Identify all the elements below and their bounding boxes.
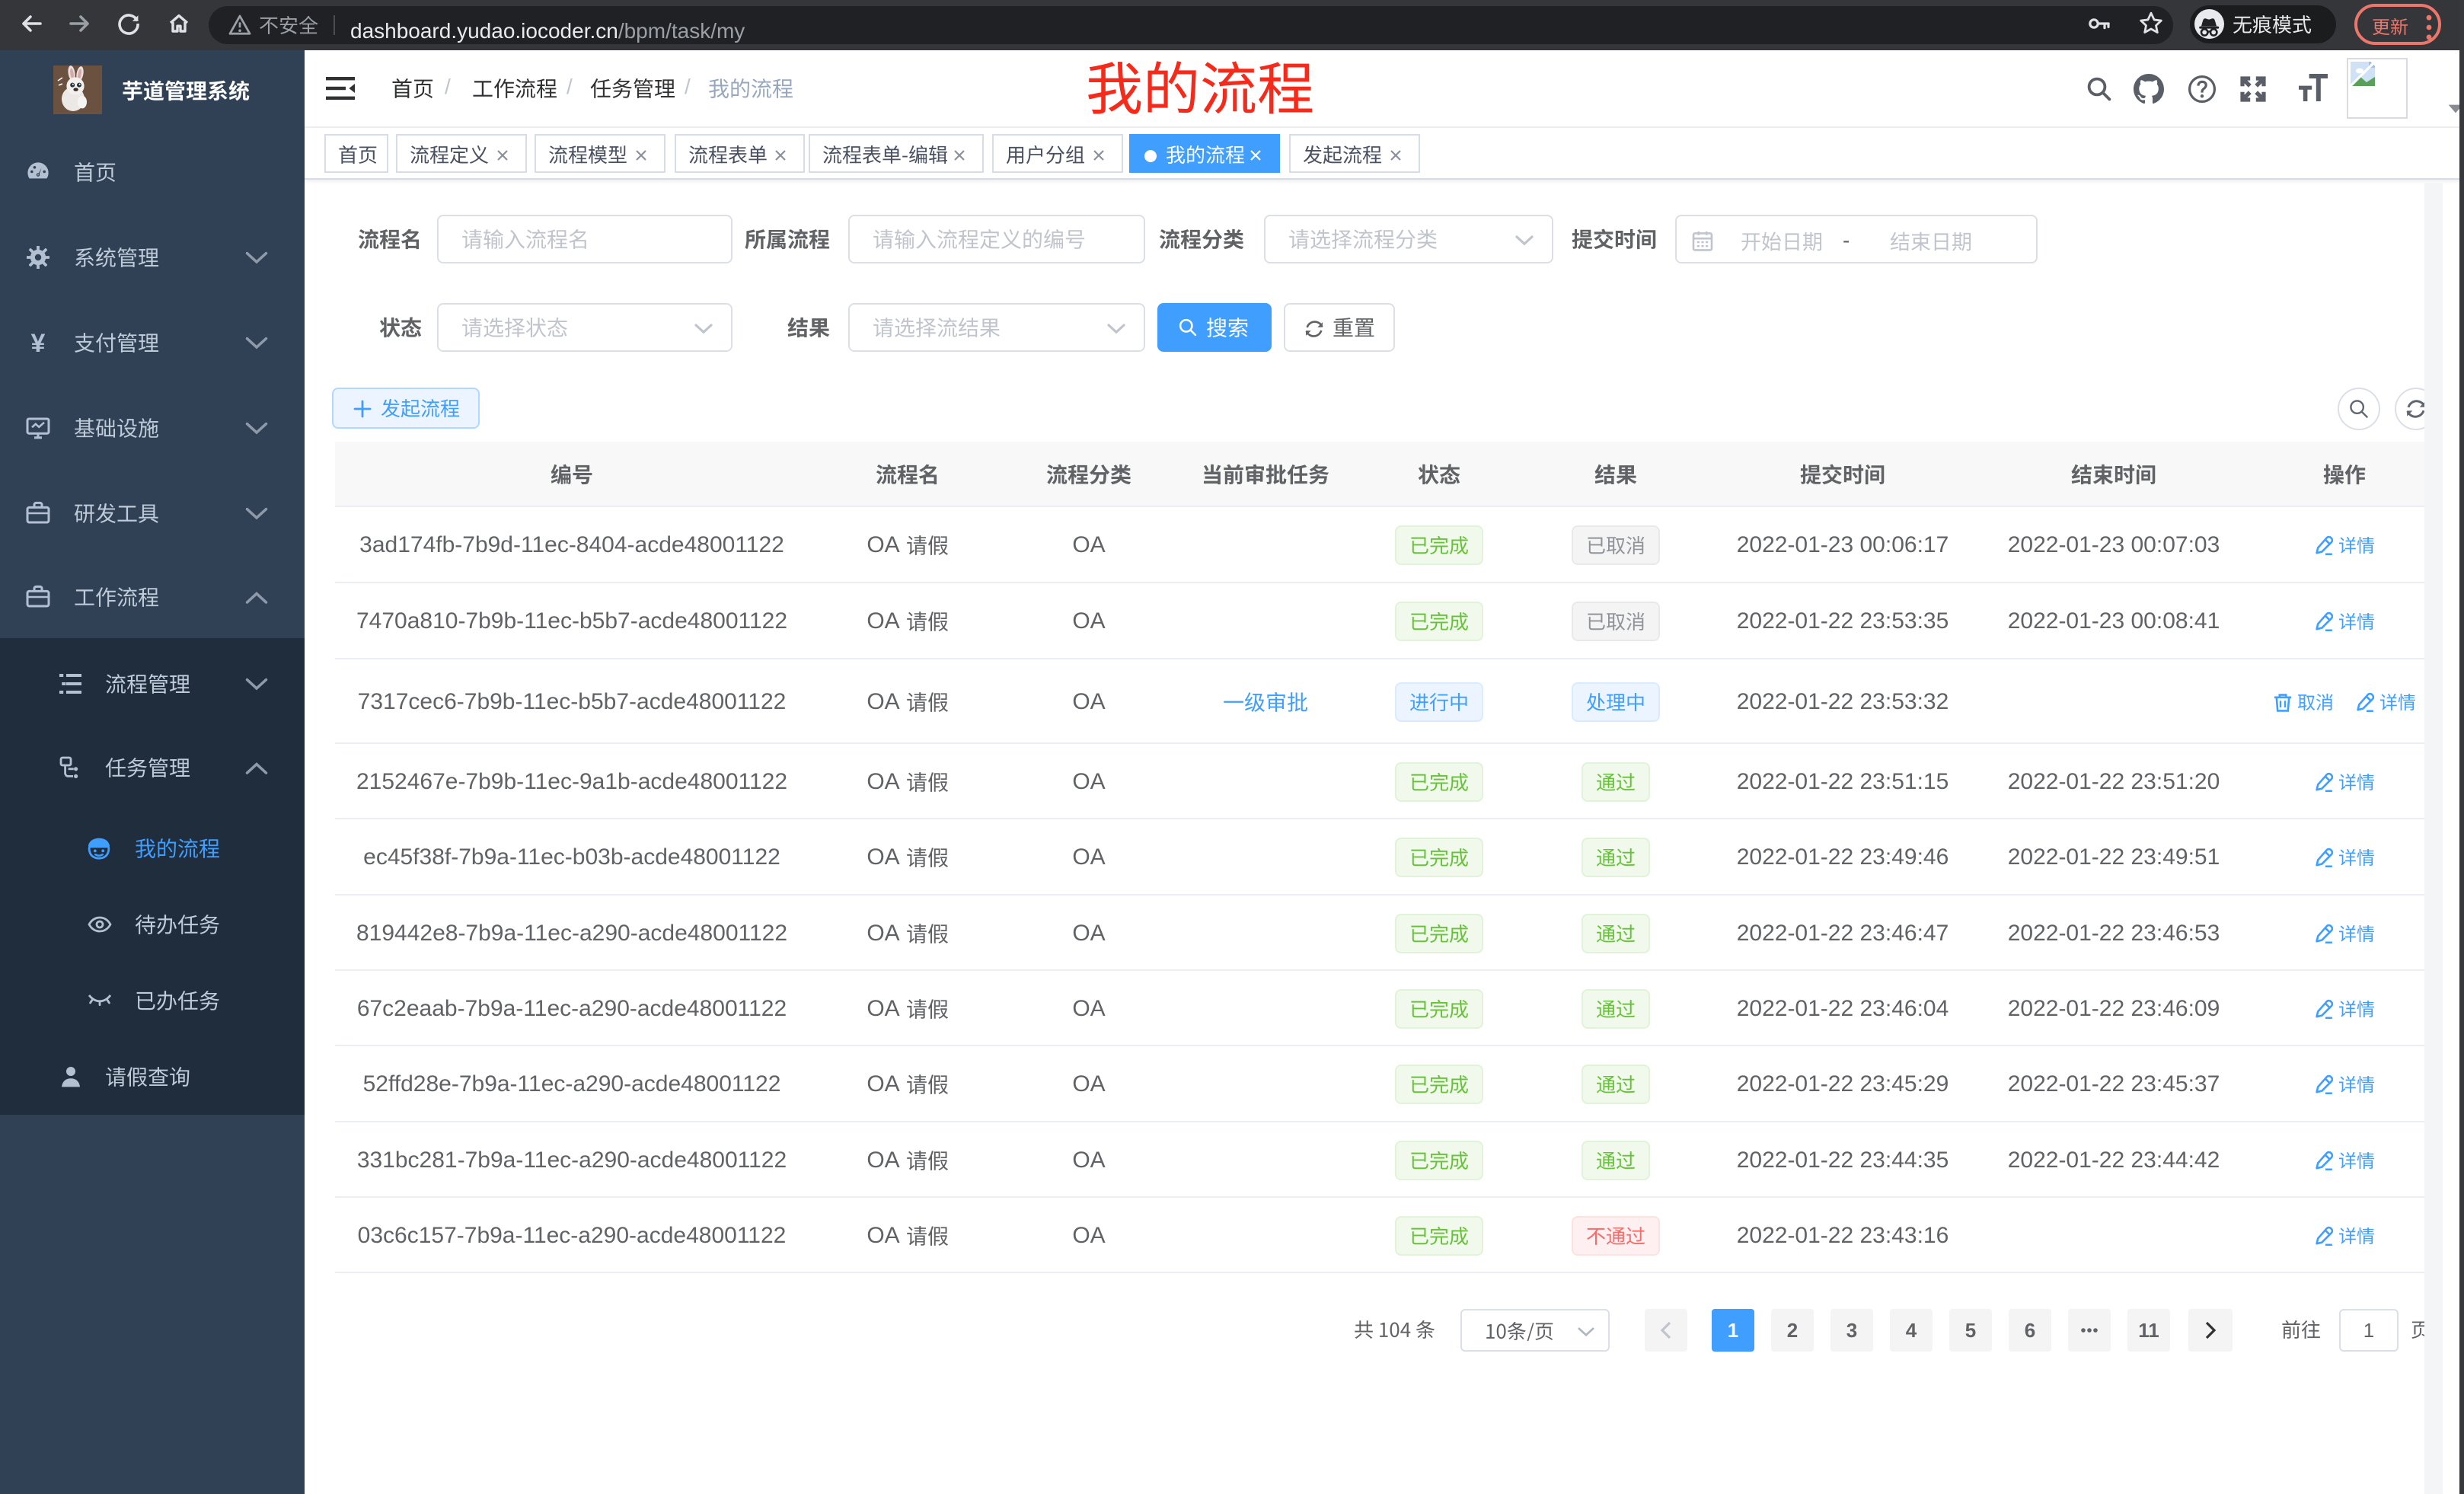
svg-text:¥: ¥ <box>31 330 46 355</box>
